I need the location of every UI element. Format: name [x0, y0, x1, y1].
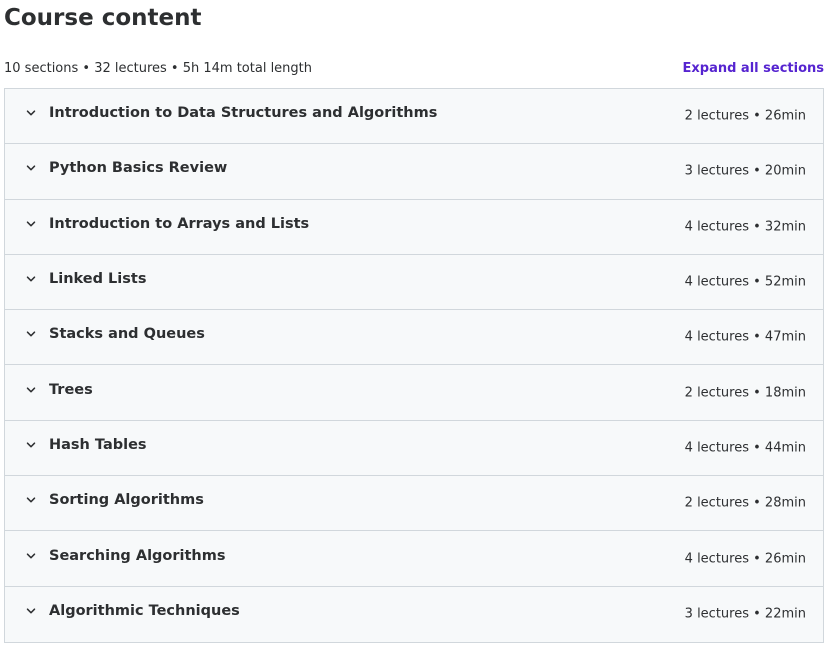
section-meta: 4 lectures • 44min: [684, 440, 806, 456]
section-header[interactable]: Trees 2 lectures • 18min: [5, 365, 823, 421]
section-meta: 4 lectures • 32min: [684, 219, 806, 235]
section-header[interactable]: Introduction to Data Structures and Algo…: [5, 89, 823, 145]
sections-list: Introduction to Data Structures and Algo…: [4, 88, 824, 643]
section-header[interactable]: Searching Algorithms 4 lectures • 26min: [5, 531, 823, 587]
chevron-down-icon: [25, 494, 37, 506]
section-header[interactable]: Algorithmic Techniques 3 lectures • 22mi…: [5, 586, 823, 642]
chevron-down-icon: [25, 439, 37, 451]
chevron-down-icon: [25, 218, 37, 230]
chevron-down-icon: [25, 107, 37, 119]
section-meta: 3 lectures • 22min: [684, 606, 806, 622]
section-header[interactable]: Linked Lists 4 lectures • 52min: [5, 254, 823, 311]
section-title: Introduction to Arrays and Lists: [49, 215, 310, 232]
page-title: Course content: [4, 5, 202, 31]
chevron-down-icon: [25, 550, 37, 562]
section-title: Linked Lists: [49, 271, 147, 288]
section-header[interactable]: Sorting Algorithms 2 lectures • 28min: [5, 476, 823, 532]
section-meta: 4 lectures • 26min: [684, 551, 806, 567]
chevron-down-icon: [25, 605, 37, 617]
section-meta: 3 lectures • 20min: [684, 163, 806, 179]
section-meta: 2 lectures • 26min: [684, 108, 806, 124]
section-title: Algorithmic Techniques: [49, 603, 240, 620]
section-title: Hash Tables: [49, 436, 147, 453]
expand-all-button[interactable]: Expand all sections: [683, 61, 825, 76]
section-title: Trees: [49, 381, 93, 398]
section-meta: 2 lectures • 28min: [684, 495, 806, 511]
section-title: Stacks and Queues: [49, 326, 205, 343]
section-meta: 4 lectures • 52min: [684, 274, 806, 290]
section-meta: 4 lectures • 47min: [684, 329, 806, 345]
summary-bar: 10 sections • 32 lectures • 5h 14m total…: [4, 58, 824, 78]
chevron-down-icon: [25, 162, 37, 174]
course-content-panel: Course content 10 sections • 32 lectures…: [0, 0, 829, 648]
section-title: Sorting Algorithms: [49, 492, 204, 509]
chevron-down-icon: [25, 273, 37, 285]
section-title: Searching Algorithms: [49, 547, 226, 564]
section-header[interactable]: Stacks and Queues 4 lectures • 47min: [5, 310, 823, 366]
chevron-down-icon: [25, 384, 37, 396]
course-summary: 10 sections • 32 lectures • 5h 14m total…: [4, 60, 313, 76]
section-title: Python Basics Review: [49, 160, 228, 177]
chevron-down-icon: [25, 328, 37, 340]
section-header[interactable]: Introduction to Arrays and Lists 4 lectu…: [5, 199, 823, 255]
section-header[interactable]: Hash Tables 4 lectures • 44min: [5, 420, 823, 477]
section-meta: 2 lectures • 18min: [684, 385, 806, 401]
section-header[interactable]: Python Basics Review 3 lectures • 20min: [5, 144, 823, 200]
section-title: Introduction to Data Structures and Algo…: [49, 105, 438, 122]
